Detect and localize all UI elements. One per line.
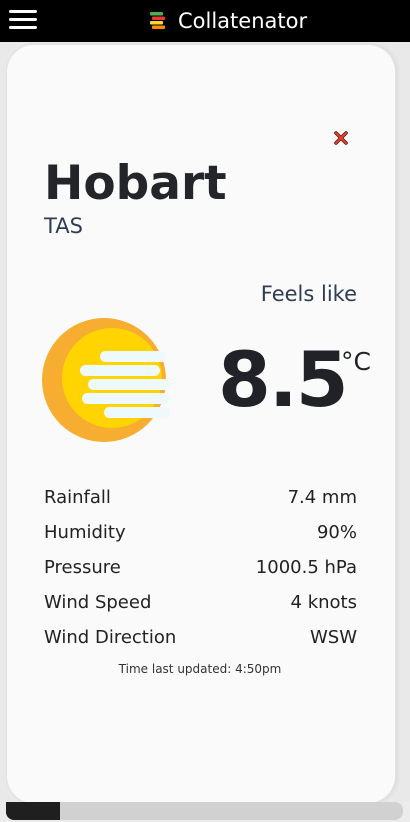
weather-stats-list: Rainfall 7.4 mm Humidity 90% Pressure 10… xyxy=(44,480,357,655)
stat-label: Rainfall xyxy=(44,487,111,508)
stat-value: 1000.5 hPa xyxy=(255,557,357,578)
stat-value: 4 knots xyxy=(290,592,357,613)
stat-value: WSW xyxy=(309,627,357,648)
hamburger-menu-icon[interactable] xyxy=(9,10,37,30)
app-title: Collatenator xyxy=(178,9,308,33)
stat-row-humidity: Humidity 90% xyxy=(44,515,357,550)
close-x-icon[interactable] xyxy=(333,130,349,146)
horizontal-scrollbar-thumb[interactable] xyxy=(6,802,60,820)
feels-like-label: Feels like xyxy=(260,282,357,306)
stat-label: Wind Speed xyxy=(44,592,152,613)
top-app-bar: Collatenator xyxy=(0,0,410,42)
city-name: Hobart xyxy=(44,156,227,211)
last-updated-text: Time last updated: 4:50pm xyxy=(118,662,282,676)
stat-row-rainfall: Rainfall 7.4 mm xyxy=(44,480,357,515)
stat-row-pressure: Pressure 1000.5 hPa xyxy=(44,550,357,585)
stat-label: Humidity xyxy=(44,522,126,543)
stat-row-wind-speed: Wind Speed 4 knots xyxy=(44,585,357,620)
sun-behind-fog-icon xyxy=(42,318,170,442)
horizontal-scrollbar-track[interactable] xyxy=(6,802,403,820)
stat-value: 90% xyxy=(316,522,357,543)
stat-label: Wind Direction xyxy=(44,627,177,648)
temperature-unit: °C xyxy=(341,347,371,376)
temperature-value: 8.5 xyxy=(218,335,349,424)
stat-value: 7.4 mm xyxy=(287,487,357,508)
stat-row-wind-direction: Wind Direction WSW xyxy=(44,620,357,655)
stat-label: Pressure xyxy=(44,557,121,578)
state-name: TAS xyxy=(44,214,83,238)
books-stack-icon xyxy=(150,12,165,29)
